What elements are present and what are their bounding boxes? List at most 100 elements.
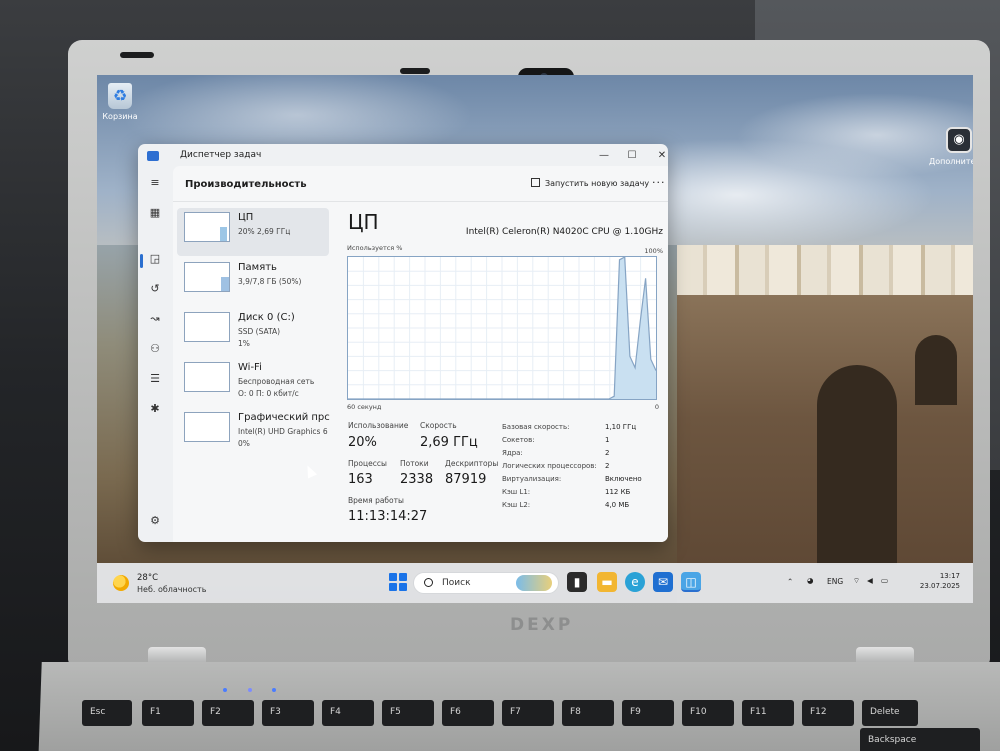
spec-label: Виртуализация: bbox=[502, 475, 562, 483]
key-f10[interactable]: F10 bbox=[682, 700, 734, 726]
desktop-recycle-bin[interactable]: ♻ Корзина bbox=[100, 83, 140, 121]
resource-detail: 1% bbox=[238, 339, 250, 348]
maximize-button[interactable]: ☐ bbox=[622, 148, 642, 164]
task-view-icon[interactable]: ▮ bbox=[567, 572, 587, 592]
key-f5[interactable]: F5 bbox=[382, 700, 434, 726]
graph-window-label: 60 секунд bbox=[347, 403, 382, 411]
edge-browser-icon[interactable]: e bbox=[625, 572, 645, 592]
disk-mini-graph bbox=[184, 312, 230, 342]
recycle-bin-icon: ♻ bbox=[108, 83, 132, 109]
taskbar-search[interactable]: Поиск bbox=[413, 572, 559, 594]
memory-mini-graph bbox=[184, 262, 230, 292]
battery-icon[interactable]: ▭ bbox=[881, 576, 888, 585]
new-task-icon bbox=[531, 178, 540, 187]
key-f4[interactable]: F4 bbox=[322, 700, 374, 726]
weather-description[interactable]: Неб. облачность bbox=[137, 585, 206, 594]
status-led bbox=[248, 688, 252, 692]
uptime-label: Время работы bbox=[348, 496, 404, 505]
app-shortcut-icon: ◉ bbox=[946, 127, 972, 153]
search-highlight-icon bbox=[516, 575, 552, 591]
laptop-brand-logo: DEXP bbox=[510, 615, 574, 635]
run-new-task-button[interactable]: Запустить новую задачу bbox=[531, 178, 649, 188]
tray-chevron-icon[interactable]: ⌃ bbox=[787, 577, 793, 586]
key-delete[interactable]: Delete bbox=[862, 700, 918, 726]
cpu-mini-graph bbox=[184, 212, 230, 242]
bezel-slot bbox=[120, 52, 154, 58]
taskbar: 28°C Неб. облачность Поиск ▮ ▬ e ✉ ◫ ⌃ ◕… bbox=[97, 563, 973, 603]
resource-detail: 3,9/7,8 ГБ (50%) bbox=[238, 277, 302, 286]
key-f11[interactable]: F11 bbox=[742, 700, 794, 726]
weather-icon[interactable] bbox=[113, 575, 129, 591]
threads-value: 2338 bbox=[400, 472, 434, 487]
utilization-value: 20% bbox=[348, 435, 377, 450]
cpu-usage-graph bbox=[347, 256, 657, 400]
resource-item-gpu[interactable]: Графический прс Intel(R) UHD Graphics 6 … bbox=[177, 408, 330, 456]
key-backspace[interactable]: Backspace bbox=[860, 728, 980, 751]
nav-rail: ≡ ▦ ◲ ↺ ↝ ⚇ ☰ ✱ ⚙ bbox=[138, 166, 172, 542]
windows-logo-tile bbox=[389, 573, 397, 581]
clock-date: 23.07.2025 bbox=[919, 582, 960, 590]
users-icon[interactable]: ⚇ bbox=[146, 340, 164, 358]
key-f8[interactable]: F8 bbox=[562, 700, 614, 726]
wallpaper-bridge-arch bbox=[915, 335, 957, 405]
taskbar-clock[interactable]: 13:17 23.07.2025 bbox=[900, 571, 960, 591]
key-f9[interactable]: F9 bbox=[622, 700, 674, 726]
key-f3[interactable]: F3 bbox=[262, 700, 314, 726]
search-icon bbox=[424, 578, 433, 587]
file-explorer-icon[interactable]: ▬ bbox=[597, 572, 617, 592]
key-f6[interactable]: F6 bbox=[442, 700, 494, 726]
spec-label: Кэш L1: bbox=[502, 488, 531, 496]
language-indicator[interactable]: ENG bbox=[827, 577, 843, 586]
minimize-button[interactable]: — bbox=[594, 148, 614, 164]
key-f1[interactable]: F1 bbox=[142, 700, 194, 726]
more-options-button[interactable]: ··· bbox=[652, 176, 666, 189]
key-esc[interactable]: Esc bbox=[82, 700, 132, 726]
resource-detail: Intel(R) UHD Graphics 6 bbox=[238, 427, 328, 436]
resource-name: Wi-Fi bbox=[238, 362, 262, 373]
speed-label: Скорость bbox=[420, 421, 457, 430]
startup-icon[interactable]: ↝ bbox=[146, 310, 164, 328]
key-f12[interactable]: F12 bbox=[802, 700, 854, 726]
spec-label: Ядра: bbox=[502, 449, 523, 457]
settings-icon[interactable]: ⚙ bbox=[146, 512, 164, 530]
key-f2[interactable]: F2 bbox=[202, 700, 254, 726]
handles-label: Дескрипторы bbox=[445, 459, 499, 468]
processes-value: 163 bbox=[348, 472, 373, 487]
menu-icon[interactable]: ≡ bbox=[146, 174, 164, 192]
volume-icon[interactable]: ◀ bbox=[867, 576, 873, 585]
close-button[interactable]: ✕ bbox=[652, 148, 668, 164]
resource-item-cpu[interactable]: ЦП 20% 2,69 ГГц bbox=[177, 208, 329, 256]
nav-active-indicator bbox=[140, 254, 143, 268]
utilization-label: Использование bbox=[348, 421, 409, 430]
title-bar[interactable]: Диспетчер задач — ☐ ✕ bbox=[138, 144, 668, 166]
resource-name: Память bbox=[238, 262, 277, 273]
weather-temperature[interactable]: 28°C bbox=[137, 573, 158, 583]
performance-icon[interactable]: ◲ bbox=[146, 250, 164, 268]
graph-min-label: 0 bbox=[654, 403, 659, 411]
uptime-value: 11:13:14:27 bbox=[348, 509, 428, 524]
resource-item-wifi[interactable]: Wi-Fi Беспроводная сеть О: 0 П: 0 кбит/с bbox=[177, 358, 329, 406]
key-f7[interactable]: F7 bbox=[502, 700, 554, 726]
history-icon[interactable]: ↺ bbox=[146, 280, 164, 298]
status-led bbox=[223, 688, 227, 692]
resource-list: ЦП 20% 2,69 ГГц Память 3,9/7,8 ГБ (50%) … bbox=[177, 208, 330, 458]
tray-app-icon[interactable]: ◕ bbox=[807, 576, 814, 585]
resource-detail: Беспроводная сеть bbox=[238, 377, 315, 386]
resource-name: ЦП bbox=[238, 212, 254, 223]
details-icon[interactable]: ☰ bbox=[146, 370, 164, 388]
outlook-icon[interactable]: ✉ bbox=[653, 572, 673, 592]
keyboard-function-row: Esc F1 F2 F3 F4 F5 F6 F7 F8 F9 F10 F11 F… bbox=[60, 700, 1000, 751]
resource-item-memory[interactable]: Память 3,9/7,8 ГБ (50%) bbox=[177, 258, 329, 306]
task-manager-window: Диспетчер задач — ☐ ✕ ≡ ▦ ◲ ↺ ↝ ⚇ ☰ ✱ ⚙ … bbox=[138, 144, 668, 542]
start-button[interactable] bbox=[389, 573, 407, 591]
status-led bbox=[272, 688, 276, 692]
wifi-icon[interactable]: ⌔ bbox=[853, 576, 860, 586]
services-icon[interactable]: ✱ bbox=[146, 400, 164, 418]
desktop-shortcut-label: Дополнительно bbox=[929, 157, 973, 166]
processes-icon[interactable]: ▦ bbox=[146, 204, 164, 222]
resource-detail: 0% bbox=[238, 439, 250, 448]
desktop-shortcut[interactable]: ◉ Дополнительно bbox=[929, 127, 973, 166]
task-manager-taskbar-icon[interactable]: ◫ bbox=[681, 572, 701, 592]
resource-item-disk[interactable]: Диск 0 (C:) SSD (SATA) 1% bbox=[177, 308, 329, 356]
wallpaper-bridge-arch bbox=[817, 365, 897, 565]
